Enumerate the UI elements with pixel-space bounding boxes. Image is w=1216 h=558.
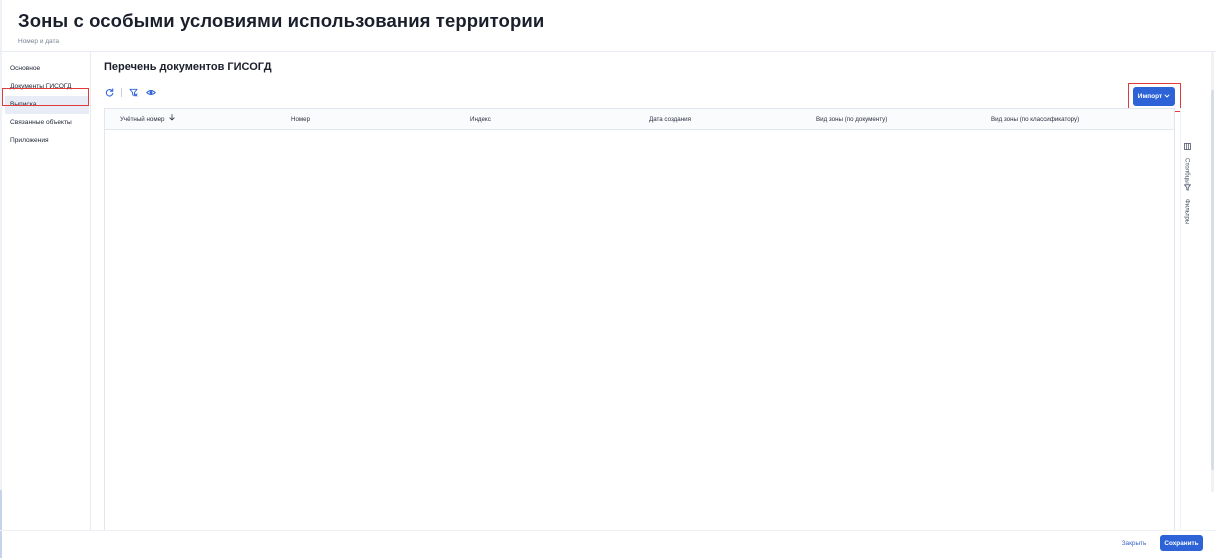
table-header-row: Учётный номер Номер Индекс Дата создания… (105, 109, 1174, 130)
left-edge-accent (0, 490, 2, 558)
column-header-zone-type-document[interactable]: Вид зоны (по документу) (816, 109, 887, 130)
column-header-zone-type-classifier[interactable]: Вид зоны (по классификатору) (991, 109, 1079, 130)
page-title: Зоны с особыми условиями использования т… (18, 10, 545, 31)
sidebar-item-related-objects[interactable]: Связанные объекты (5, 114, 89, 132)
table-body (105, 130, 1174, 530)
section-title: Перечень документов ГИСОГД (104, 61, 272, 73)
save-button[interactable]: Сохранить (1160, 535, 1203, 551)
import-button-label: Импорт (1137, 93, 1163, 100)
column-header-account-number[interactable]: Учётный номер (120, 109, 175, 130)
page-header: Зоны с особыми условиями использования т… (18, 10, 544, 45)
clear-filter-icon[interactable] (128, 87, 139, 98)
column-header-created-date[interactable]: Дата создания (649, 109, 691, 130)
column-header-label: Учётный номер (120, 116, 165, 124)
close-button[interactable]: Закрыть (1117, 536, 1151, 551)
footer-divider (0, 530, 1216, 531)
header-divider (0, 51, 1216, 52)
table-toolbar (104, 86, 156, 98)
sidebar-item-attachments[interactable]: Приложения (5, 132, 89, 150)
column-header-number[interactable]: Номер (291, 109, 310, 130)
arrow-down-icon (169, 109, 175, 130)
nav-divider (90, 52, 91, 530)
import-button[interactable]: Импорт (1133, 87, 1175, 106)
filters-panel-tab[interactable]: Фильтры (1181, 178, 1193, 224)
filters-panel-label: Фильтры (1183, 199, 1191, 225)
column-header-index[interactable]: Индекс (470, 109, 491, 130)
page-subtitle: Номер и дата (18, 38, 60, 45)
refresh-icon[interactable] (104, 87, 115, 98)
chevron-down-icon (1164, 93, 1170, 101)
columns-icon (1183, 137, 1191, 155)
sidebar-item-main[interactable]: Основное (5, 60, 89, 78)
extract-highlight-box (2, 88, 89, 106)
columns-panel-tab[interactable]: Столбцы (1181, 137, 1193, 184)
toolbar-separator (121, 87, 122, 97)
view-icon[interactable] (145, 87, 156, 98)
scrollbar-thumb[interactable] (1211, 90, 1214, 470)
documents-table: Учётный номер Номер Индекс Дата создания… (104, 108, 1175, 530)
left-edge (0, 0, 2, 558)
filter-icon (1183, 178, 1191, 196)
